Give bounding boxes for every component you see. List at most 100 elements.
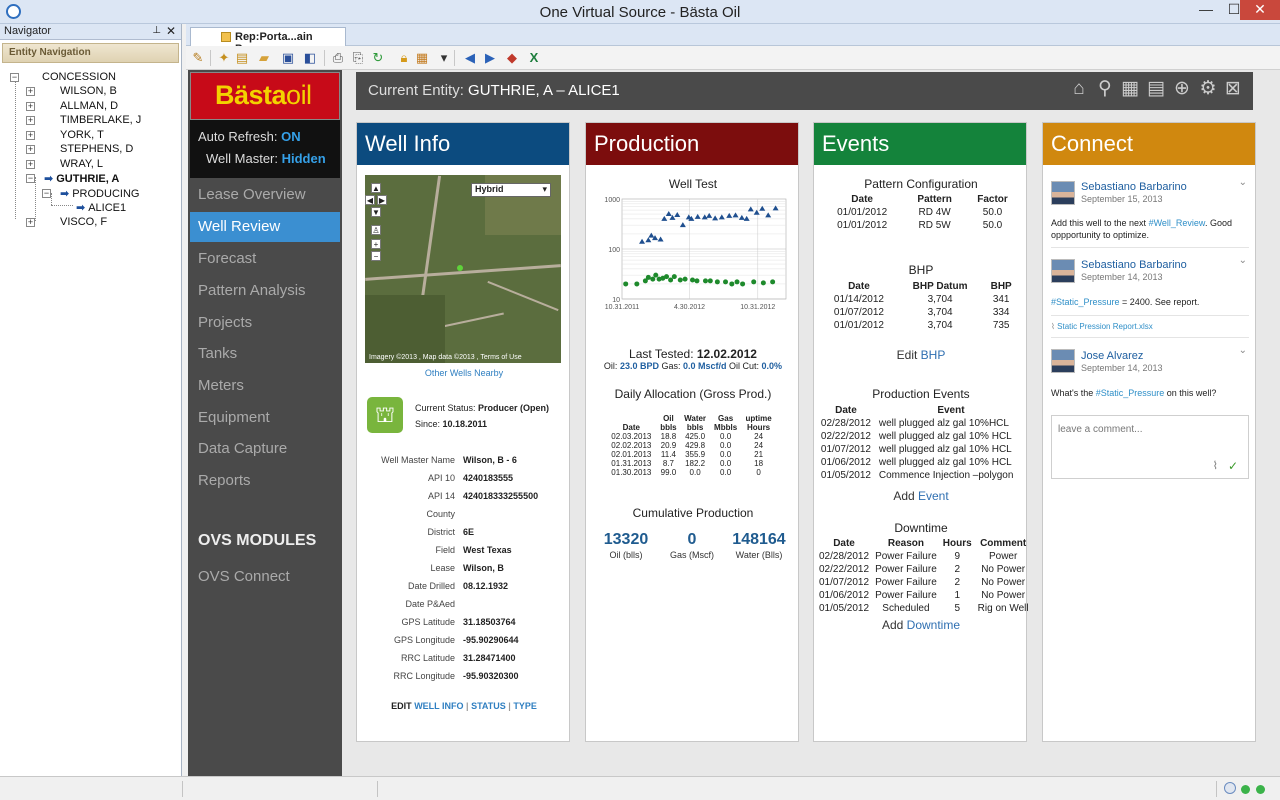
add-downtime-link[interactable]: Add Downtime <box>814 618 1028 632</box>
data-point-circle <box>671 274 677 280</box>
chevron-down-icon[interactable]: ⌄ <box>1239 177 1247 188</box>
minimize-button[interactable]: — <box>1192 0 1220 20</box>
close-panel-icon[interactable]: ✕ <box>166 24 176 38</box>
edit-well-info-link[interactable]: WELL INFO <box>414 701 463 711</box>
tree-node[interactable]: WRAY, L <box>60 158 103 170</box>
hashtag-link[interactable]: #Static_Pressure <box>1096 388 1165 398</box>
settings-icon[interactable]: ⚙ <box>1197 78 1219 100</box>
new-icon[interactable]: ▤ <box>234 50 250 66</box>
comment-input[interactable]: leave a comment... ⌇ ✓ <box>1051 415 1249 479</box>
calendar-icon[interactable]: ▦ <box>414 50 430 66</box>
lock-icon[interactable]: 🔒︎ <box>396 50 412 66</box>
open-folder-icon[interactable]: ▰ <box>256 50 272 66</box>
map-pan-up[interactable]: ▲ <box>371 183 381 193</box>
tree-expander[interactable]: − <box>42 189 51 198</box>
attachment-link[interactable]: ⌇ Static Pression Report.xlsx <box>1051 322 1153 331</box>
zoom-in-icon[interactable]: + <box>371 239 381 249</box>
table-cell: 01/01/2012 <box>837 220 888 231</box>
forward-icon[interactable]: ▶ <box>482 50 498 66</box>
menu-projects[interactable]: Projects <box>190 308 340 338</box>
tree-expander[interactable]: + <box>26 87 35 96</box>
tab-main-page[interactable]: Rep:Porta...ain Page <box>190 27 346 55</box>
excel-icon[interactable]: X <box>526 50 542 66</box>
post-author[interactable]: Sebastiano Barbarino <box>1081 259 1187 271</box>
zoom-out-icon[interactable]: − <box>371 251 381 261</box>
table-cell: Rig on Well <box>977 603 1029 614</box>
tree-node[interactable]: ALLMAN, D <box>60 100 118 112</box>
menu-forecast[interactable]: Forecast <box>190 244 340 274</box>
menu-reports[interactable]: Reports <box>190 466 340 496</box>
layout-icon[interactable]: ▤ <box>1145 78 1167 100</box>
tree-node-selected[interactable]: ➡ GUTHRIE, A <box>44 172 119 185</box>
map-attribution: Imagery ©2013 , Map data ©2013 , Terms o… <box>369 354 522 361</box>
save-all-icon[interactable]: ◧ <box>302 50 318 66</box>
tree-node[interactable]: VISCO, F <box>60 216 107 228</box>
close-button[interactable]: ✕ <box>1240 0 1280 20</box>
edit-status-link[interactable]: STATUS <box>471 701 506 711</box>
calendar-icon[interactable]: ▦ <box>1119 78 1141 100</box>
menu-data-capture[interactable]: Data Capture <box>190 434 340 464</box>
menu-equipment[interactable]: Equipment <box>190 403 340 433</box>
post-author[interactable]: Jose Alvarez <box>1081 350 1143 362</box>
tree-expander[interactable]: + <box>26 102 35 111</box>
tree-node[interactable]: WILSON, B <box>60 85 117 97</box>
tree-expander[interactable]: − <box>26 174 35 183</box>
edit-bhp-link[interactable]: Edit BHP <box>814 348 1028 362</box>
tree-expander[interactable]: + <box>26 218 35 227</box>
other-wells-link[interactable]: Other Wells Nearby <box>357 368 571 378</box>
tree-node[interactable]: ➡ PRODUCING <box>60 187 139 200</box>
well-marker[interactable] <box>457 265 463 271</box>
refresh-icon[interactable]: ↻ <box>370 50 386 66</box>
post-author[interactable]: Sebastiano Barbarino <box>1081 181 1187 193</box>
search-icon[interactable]: ⚲ <box>1094 78 1116 100</box>
tree-node[interactable]: ➡ ALICE1 <box>76 201 126 214</box>
dropdown-icon[interactable]: ▾ <box>436 50 452 66</box>
add-event-link[interactable]: Add Event <box>814 489 1028 503</box>
entity-navigation-header[interactable]: Entity Navigation <box>2 43 179 63</box>
chevron-down-icon[interactable]: ⌄ <box>1239 255 1247 266</box>
map-pan-right[interactable]: ▶ <box>377 195 387 205</box>
menu-pattern-analysis[interactable]: Pattern Analysis <box>190 276 340 306</box>
map-pan-left[interactable]: ◀ <box>365 195 375 205</box>
tree-expander[interactable]: − <box>10 73 19 82</box>
hashtag-link[interactable]: #Static_Pressure <box>1051 297 1120 307</box>
tree-node-root[interactable]: CONCESSION <box>42 71 116 83</box>
street-view-icon[interactable]: ♙ <box>371 225 381 235</box>
report-icon <box>221 32 231 42</box>
tree-expander[interactable]: + <box>26 131 35 140</box>
back-icon[interactable]: ◀ <box>462 50 478 66</box>
menu-ovs-connect[interactable]: OVS Connect <box>190 562 340 592</box>
map-pan-down[interactable]: ▼ <box>371 207 381 217</box>
tree-node[interactable]: TIMBERLAKE, J <box>60 114 141 126</box>
well-info-title: Well Info <box>357 123 569 165</box>
attach-icon[interactable]: ⌇ <box>1213 459 1218 472</box>
edit-icon[interactable]: ✎ <box>190 50 206 66</box>
menu-tanks[interactable]: Tanks <box>190 339 340 369</box>
tree-node[interactable]: STEPHENS, D <box>60 143 133 155</box>
tree-expander[interactable]: + <box>26 160 35 169</box>
map-type-select[interactable]: Hybrid ▾ <box>471 183 551 197</box>
close-view-icon[interactable]: ⊠ <box>1222 78 1244 100</box>
menu-well-review[interactable]: Well Review <box>190 212 340 242</box>
tree-expander[interactable]: + <box>26 116 35 125</box>
auto-refresh-toggle[interactable]: Auto Refresh: ON <box>198 129 301 144</box>
chevron-down-icon[interactable]: ⌄ <box>1239 345 1247 356</box>
wand-icon[interactable]: ✦ <box>216 50 232 66</box>
well-map[interactable]: Hybrid ▾ ▲ ◀ ▶ ▼ ♙ + − Imagery ©2013 , Ma… <box>365 175 561 363</box>
menu-meters[interactable]: Meters <box>190 371 340 401</box>
pin-icon[interactable]: ⊥ <box>152 25 161 36</box>
zoom-icon[interactable]: ⊕ <box>1171 78 1193 100</box>
tree-expander[interactable]: + <box>26 145 35 154</box>
print-icon[interactable]: ⎙ <box>330 50 346 66</box>
save-icon[interactable]: ▣ <box>280 50 296 66</box>
print-preview-icon[interactable]: ⎘ <box>350 50 366 66</box>
submit-check-icon[interactable]: ✓ <box>1228 459 1238 473</box>
edit-type-link[interactable]: TYPE <box>513 701 537 711</box>
well-field-value: Wilson, B <box>463 563 504 573</box>
package-icon[interactable]: ◆ <box>504 50 520 66</box>
tree-node[interactable]: YORK, T <box>60 129 104 141</box>
hashtag-link[interactable]: #Well_Review <box>1149 218 1205 228</box>
home-icon[interactable]: ⌂ <box>1068 78 1090 100</box>
well-master-toggle[interactable]: Well Master: Hidden <box>206 151 326 166</box>
menu-lease-overview[interactable]: Lease Overview <box>190 180 340 210</box>
